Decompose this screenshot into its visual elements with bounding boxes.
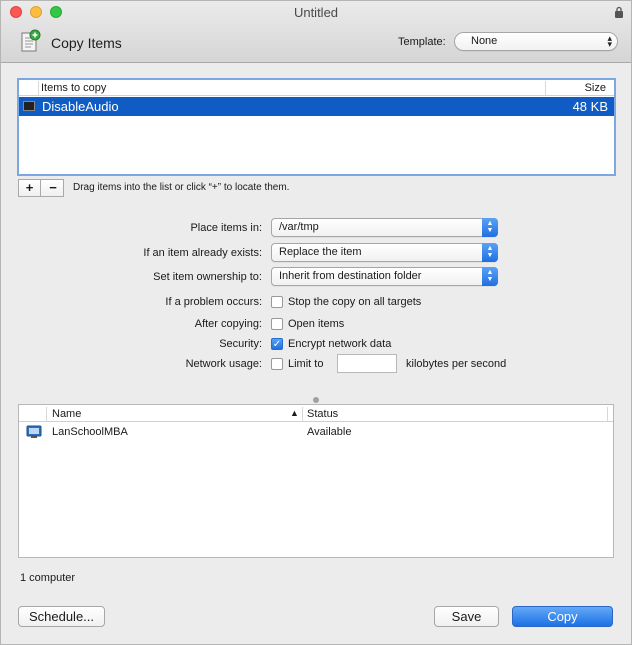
kilobytes-unit: kilobytes per second	[406, 358, 507, 370]
item-size: 48 KB	[572, 99, 608, 114]
template-popup[interactable]: None ▴ ▾	[454, 32, 618, 51]
up-down-arrows-icon: ▲ ▼	[482, 218, 498, 237]
computers-table-header: Name ▲ Status	[19, 405, 613, 422]
lock-icon	[615, 6, 623, 18]
ownership-label: Set item ownership to:	[153, 271, 262, 283]
encrypt-text[interactable]: Encrypt network data	[288, 338, 391, 350]
network-usage-label: Network usage:	[185, 358, 262, 370]
up-down-arrows-icon: ▲ ▼	[482, 243, 498, 262]
template-label: Template:	[398, 36, 446, 48]
save-button[interactable]: Save	[434, 606, 499, 627]
page-title: Copy Items	[51, 35, 122, 51]
table-row[interactable]: DisableAudio 48 KB	[19, 97, 614, 116]
column-header-name[interactable]: Name	[52, 408, 81, 420]
schedule-button[interactable]: Schedule...	[18, 606, 105, 627]
item-exists-label: If an item already exists:	[143, 247, 262, 259]
item-exists-popup[interactable]: Replace the item ▲ ▼	[271, 243, 498, 262]
sort-ascending-icon: ▲	[290, 408, 299, 418]
item-exists-value: Replace the item	[279, 246, 362, 258]
copy-items-window: Untitled Copy Items Template: None ▴ ▾ It…	[0, 0, 632, 645]
column-header-items[interactable]: Items to copy	[41, 82, 106, 94]
items-to-copy-table[interactable]: Items to copy Size DisableAudio 48 KB	[17, 78, 616, 176]
item-name: DisableAudio	[42, 99, 119, 114]
computer-count: 1 computer	[20, 572, 76, 584]
title-bar: Untitled Copy Items Template: None ▴ ▾	[1, 1, 631, 63]
template-value: None	[471, 35, 498, 47]
remove-item-button[interactable]: −	[42, 180, 64, 196]
security-label: Security:	[219, 338, 262, 350]
split-view-handle[interactable]	[313, 397, 319, 403]
stop-copy-text[interactable]: Stop the copy on all targets	[288, 296, 421, 308]
place-items-popup[interactable]: /var/tmp ▲ ▼	[271, 218, 498, 237]
up-down-arrows-icon: ▴ ▾	[607, 33, 612, 49]
stop-copy-checkbox[interactable]	[271, 296, 283, 308]
copy-items-icon	[21, 29, 41, 52]
computer-status: Available	[307, 426, 352, 438]
kilobytes-input[interactable]	[337, 354, 397, 373]
items-table-header: Items to copy Size	[19, 80, 614, 96]
drag-hint-text: Drag items into the list or click “+” to…	[73, 182, 290, 193]
ownership-popup[interactable]: Inherit from destination folder ▲ ▼	[271, 267, 498, 286]
computer-icon	[26, 425, 42, 438]
column-header-status[interactable]: Status	[307, 408, 338, 420]
after-copying-label: After copying:	[194, 318, 262, 330]
computers-table[interactable]: Name ▲ Status LanSchoolMBA Available	[18, 404, 614, 558]
window-title: Untitled	[293, 5, 339, 20]
open-items-text[interactable]: Open items	[288, 318, 344, 330]
limit-network-checkbox[interactable]	[271, 358, 283, 370]
up-down-arrows-icon: ▲ ▼	[482, 267, 498, 286]
problem-label: If a problem occurs:	[165, 296, 262, 308]
place-items-value: /var/tmp	[279, 221, 319, 233]
open-items-checkbox[interactable]	[271, 318, 283, 330]
place-items-label: Place items in:	[190, 222, 262, 234]
executable-file-icon	[23, 101, 35, 111]
checkmark-icon: ✓	[272, 339, 282, 350]
table-row[interactable]: LanSchoolMBA Available	[19, 423, 613, 441]
column-header-size[interactable]: Size	[585, 82, 606, 94]
ownership-value: Inherit from destination folder	[279, 270, 422, 282]
add-remove-control: + −	[18, 179, 64, 197]
computer-name: LanSchoolMBA	[52, 426, 128, 438]
encrypt-checkbox[interactable]: ✓	[271, 338, 283, 350]
add-item-button[interactable]: +	[19, 180, 41, 196]
limit-to-text[interactable]: Limit to	[288, 358, 323, 370]
copy-button[interactable]: Copy	[512, 606, 613, 627]
